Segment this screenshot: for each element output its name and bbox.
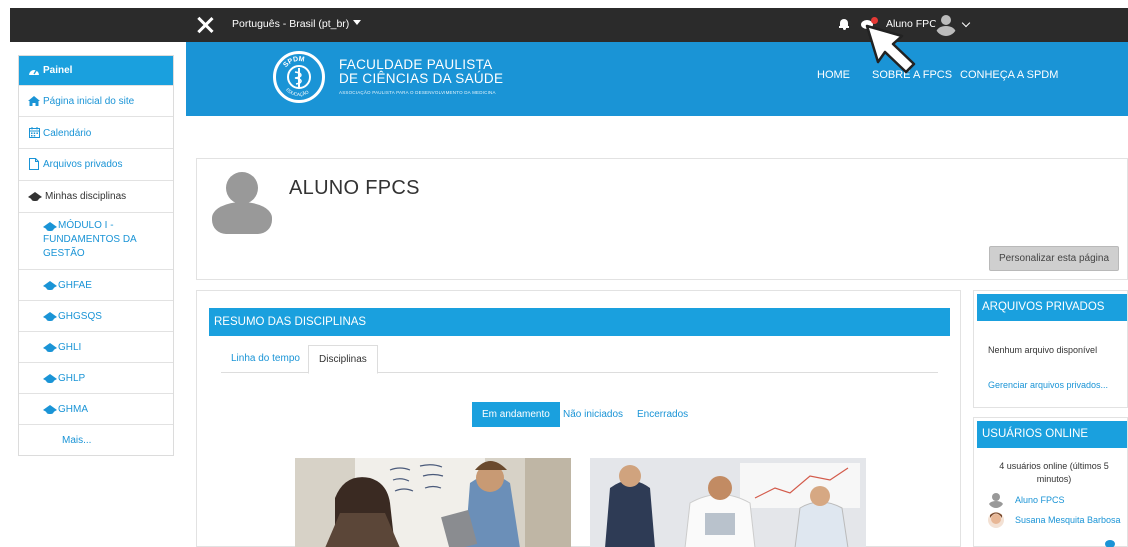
sidebar-item-label: Painel [43, 65, 73, 76]
online-user-name[interactable]: Aluno FPCS [1015, 495, 1065, 505]
course-card-image[interactable] [295, 458, 571, 547]
sidebar-item-label: Minhas disciplinas [45, 191, 127, 202]
sidebar-item-label: Página inicial do site [43, 96, 135, 107]
private-files-empty: Nenhum arquivo disponível [988, 345, 1098, 355]
filter-future[interactable]: Não iniciados [553, 402, 633, 427]
sidebar-item-label: GHFAE [58, 280, 92, 291]
manage-private-files-link[interactable]: Gerenciar arquivos privados... [988, 380, 1108, 390]
graduation-cap-icon [43, 222, 57, 232]
avatar [988, 492, 1004, 508]
graduation-cap-icon [43, 312, 57, 322]
graduation-cap-icon [43, 405, 57, 415]
online-user-item[interactable]: Aluno FPCS [988, 492, 1118, 512]
notifications-bell-icon[interactable] [839, 19, 849, 30]
sidebar-item-label: GHMA [58, 404, 88, 415]
graduation-cap-icon [43, 343, 57, 353]
sidebar-item-label: GHGSQS [58, 311, 102, 322]
filter-past[interactable]: Encerrados [627, 402, 698, 427]
course-overview-title: RESUMO DAS DISCIPLINAS [209, 308, 950, 336]
caret-down-icon [353, 20, 362, 25]
sidebar-item-label-line2: FUNDAMENTOS DA [43, 234, 137, 245]
sidebar-item-private-files[interactable]: Arquivos privados [19, 149, 173, 181]
spdm-logo[interactable]: SPDM EDUCAÇÃO [273, 51, 325, 103]
site-title[interactable]: FACULDADE PAULISTA DE CIÊNCIAS DA SAÚDE [339, 58, 503, 86]
sidebar-item-calendar[interactable]: Calendário [19, 117, 173, 149]
course-card-image[interactable] [590, 458, 866, 547]
tab-courses[interactable]: Disciplinas [308, 345, 378, 374]
sidebar-item-label: GHLI [58, 342, 82, 353]
chevron-down-icon[interactable] [961, 18, 971, 28]
sidebar-item-ghli[interactable]: GHLI [19, 332, 173, 363]
sidebar-item-more[interactable]: Mais... [19, 425, 173, 456]
graduation-cap-icon [43, 281, 57, 291]
online-users-title: USUÁRIOS ONLINE [977, 421, 1127, 448]
sidebar-item-label: Calendário [43, 128, 92, 139]
sidebar-item-label-line3: GESTÃO [43, 248, 85, 259]
avatar [988, 512, 1004, 528]
mouse-cursor-icon [865, 24, 916, 74]
online-user-name[interactable]: Susana Mesquita Barbosa [1015, 515, 1121, 525]
graduation-cap-icon [43, 374, 57, 384]
file-icon [29, 158, 39, 170]
online-users-info-line2: minutos) [1036, 474, 1072, 484]
top-navbar: Português - Brasil (pt_br) Aluno FPCS [10, 8, 1128, 42]
online-users-block: USUÁRIOS ONLINE 4 usuários online (últim… [973, 417, 1128, 547]
sidebar-item-my-courses[interactable]: Minhas disciplinas [19, 181, 173, 213]
calendar-icon [29, 127, 40, 138]
dashboard-icon [29, 69, 39, 75]
site-title-line1: FACULDADE PAULISTA [339, 57, 493, 72]
sidebar-item-dashboard[interactable]: Painel [19, 56, 173, 86]
sidebar-item-label: GHLP [58, 373, 86, 384]
sidebar-item-modulo-i[interactable]: MÓDULO I - FUNDAMENTOS DA GESTÃO [19, 213, 173, 270]
profile-avatar [212, 172, 272, 234]
online-user-item[interactable]: Susana Mesquita Barbosa [988, 512, 1128, 532]
sidebar-item-ghma[interactable]: GHMA [19, 394, 173, 425]
online-users-info-line1: 4 usuários online (últimos 5 [999, 461, 1109, 471]
site-header: SPDM EDUCAÇÃO FACULDADE PAULISTA DE CIÊN… [186, 42, 1128, 116]
profile-header-card: ALUNO FPCS Personalizar esta página [196, 158, 1128, 280]
sidebar-item-site-home[interactable]: Página inicial do site [19, 86, 173, 117]
sidebar-nav: Painel Página inicial do site Calendário… [18, 55, 174, 456]
course-overview-block: RESUMO DAS DISCIPLINAS Linha do tempo Di… [196, 290, 961, 547]
nav-meet-spdm[interactable]: CONHEÇA A SPDM [960, 69, 1058, 81]
filter-in-progress[interactable]: Em andamento [472, 402, 560, 427]
send-message-icon[interactable] [1105, 540, 1115, 547]
graduation-cap-icon [28, 192, 42, 202]
site-subtitle: ASSOCIAÇÃO PAULISTA PARA O DESENVOLVIMEN… [339, 90, 496, 95]
online-users-info: 4 usuários online (últimos 5 minutos) [984, 460, 1124, 486]
sidebar-item-ghgsqs[interactable]: GHGSQS [19, 301, 173, 332]
home-icon [28, 96, 40, 106]
private-files-title: ARQUIVOS PRIVADOS [977, 294, 1127, 321]
user-avatar[interactable] [935, 14, 957, 36]
nav-home[interactable]: HOME [817, 69, 850, 81]
sidebar-item-label: MÓDULO I - [58, 220, 114, 231]
course-tabs: Linha do tempo Disciplinas [221, 345, 938, 374]
sidebar-item-ghlp[interactable]: GHLP [19, 363, 173, 394]
language-label: Português - Brasil (pt_br) [232, 18, 350, 30]
profile-name: ALUNO FPCS [289, 177, 420, 199]
sidebar-item-ghfae[interactable]: GHFAE [19, 270, 173, 301]
private-files-block: ARQUIVOS PRIVADOS Nenhum arquivo disponí… [973, 290, 1128, 408]
language-selector[interactable]: Português - Brasil (pt_br) [232, 18, 362, 30]
top-navbar-area: Português - Brasil (pt_br) Aluno FPCS [0, 0, 1128, 42]
site-title-line2: DE CIÊNCIAS DA SAÚDE [339, 71, 504, 86]
customize-page-button[interactable]: Personalizar esta página [989, 246, 1119, 271]
close-drawer-icon[interactable] [197, 17, 213, 33]
tab-timeline[interactable]: Linha do tempo [221, 345, 310, 373]
sidebar-item-label: Mais... [62, 435, 92, 446]
sidebar-item-label: Arquivos privados [43, 159, 123, 170]
